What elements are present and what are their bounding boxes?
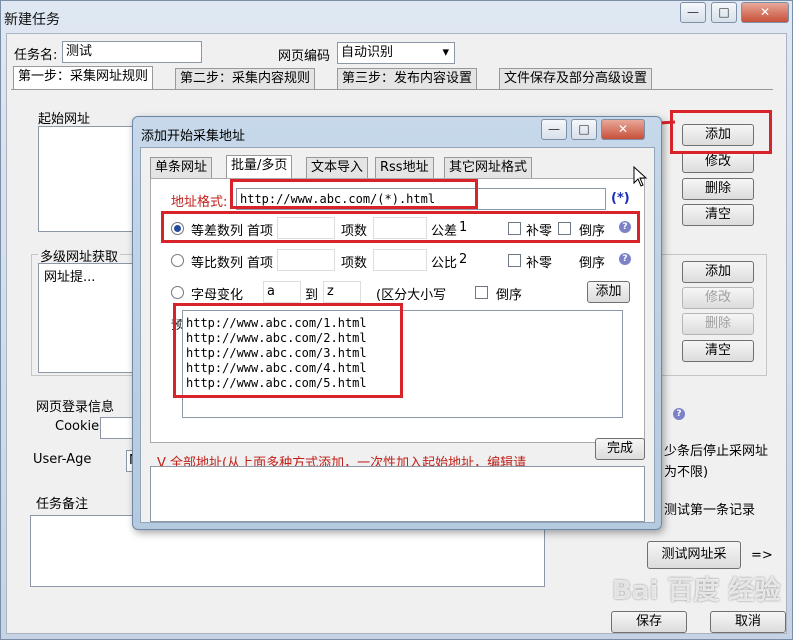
encoding-select[interactable]: 自动识别 ▾ xyxy=(337,42,455,64)
tab-single-url[interactable]: 单条网址 xyxy=(150,157,213,178)
save-button[interactable]: 保存 xyxy=(611,611,687,633)
start-url-clear-button[interactable]: 清空 xyxy=(682,204,754,226)
cursor-icon xyxy=(633,166,648,187)
letter-to-input[interactable]: z xyxy=(323,281,361,303)
reverse-label: 倒序 xyxy=(496,288,523,303)
geometric-radio[interactable] xyxy=(171,254,184,267)
multi-url-clear-button[interactable]: 清空 xyxy=(682,340,754,362)
letter-label: 字母变化 xyxy=(191,288,244,303)
multi-url-delete-button[interactable]: 删除 xyxy=(682,313,754,335)
add-url-dialog: 添加开始采集地址 — □ ✕ 单条网址 批量/多页 文本导入 Rss地址 其它网… xyxy=(132,116,662,530)
tab-batch[interactable]: 批量/多页 xyxy=(226,155,293,178)
letter-add-button[interactable]: 添加 xyxy=(587,281,630,303)
cancel-button[interactable]: 取消 xyxy=(710,611,786,633)
to-label: 到 xyxy=(305,288,319,303)
dialog-minimize-icon[interactable]: — xyxy=(541,119,567,140)
user-agent-label: User-Age xyxy=(33,452,92,467)
encoding-label: 网页编码 xyxy=(278,49,331,64)
annotation-box-arithmetic xyxy=(161,211,640,243)
cookie-label: Cookie xyxy=(55,419,100,434)
list-item[interactable]: 网址提... xyxy=(44,266,95,285)
letter-from-input[interactable]: a xyxy=(263,281,301,303)
count-label: 项数 xyxy=(341,256,368,271)
first-term-label: 首项 xyxy=(247,256,274,271)
multi-url-add-button[interactable]: 添加 xyxy=(682,261,754,283)
login-label: 网页登录信息 xyxy=(36,400,115,415)
arrow-text: => xyxy=(751,548,773,563)
tab-step1[interactable]: 第一步：采集网址规则 xyxy=(13,66,154,89)
start-url-list[interactable] xyxy=(38,126,138,232)
annotation-box-add xyxy=(670,110,772,154)
unlimited-text: 为不限) xyxy=(664,465,709,480)
tab-other-format[interactable]: 其它网址格式 xyxy=(444,157,533,178)
pad-zero-checkbox[interactable] xyxy=(508,254,521,267)
ratio-value[interactable]: 2 xyxy=(459,252,467,267)
wildcard-link[interactable]: (*) xyxy=(611,191,630,206)
tab-rss[interactable]: Rss地址 xyxy=(375,157,434,178)
chevron-down-icon: ▾ xyxy=(442,45,449,60)
multi-url-edit-button[interactable]: 修改 xyxy=(682,287,754,309)
dialog-close-icon[interactable]: ✕ xyxy=(601,119,645,140)
test-first-text: 测试第一条记录 xyxy=(664,503,756,518)
first-term-input[interactable] xyxy=(277,249,335,271)
watermark-logo: Bai 百度 经验 xyxy=(612,576,781,606)
restore-icon[interactable]: □ xyxy=(711,2,737,23)
annotation-box-preview xyxy=(173,303,403,398)
annotation-box-format xyxy=(230,179,478,209)
minimize-icon[interactable]: — xyxy=(680,2,706,23)
help-icon[interactable]: ? xyxy=(673,408,685,420)
reverse-checkbox[interactable] xyxy=(475,286,488,299)
tab-text-import[interactable]: 文本导入 xyxy=(306,157,369,178)
window-title: 新建任务 xyxy=(4,12,60,28)
stop-count-text: 少条后停止采网址 xyxy=(664,444,769,459)
done-button[interactable]: 完成 xyxy=(595,438,645,460)
all-urls-list[interactable] xyxy=(150,466,645,522)
tab-step2[interactable]: 第二步：采集内容规则 xyxy=(175,68,316,89)
dialog-title: 添加开始采集地址 xyxy=(141,129,246,144)
start-url-label: 起始网址 xyxy=(38,112,91,127)
letter-radio[interactable] xyxy=(171,286,184,299)
case-label: (区分大小写 xyxy=(376,288,447,303)
ratio-label: 公比 xyxy=(431,256,458,271)
task-name-label: 任务名: xyxy=(14,48,58,63)
task-name-input[interactable]: 测试 xyxy=(62,41,202,63)
count-input[interactable] xyxy=(373,249,427,271)
tab-advanced[interactable]: 文件保存及部分高级设置 xyxy=(499,68,653,89)
tab-step3[interactable]: 第三步：发布内容设置 xyxy=(337,68,478,89)
pad-zero-label: 补零 xyxy=(526,256,553,271)
geometric-label: 等比数列 xyxy=(191,256,244,271)
close-icon[interactable]: ✕ xyxy=(741,2,789,23)
test-url-button[interactable]: 测试网址采 xyxy=(647,541,741,569)
dialog-restore-icon[interactable]: □ xyxy=(571,119,597,140)
format-label: 地址格式: xyxy=(171,195,228,210)
reverse-label: 倒序 xyxy=(579,256,606,271)
help-icon[interactable]: ? xyxy=(619,253,631,265)
start-url-delete-button[interactable]: 删除 xyxy=(682,178,754,200)
start-url-edit-button[interactable]: 修改 xyxy=(682,151,754,173)
note-label: 任务备注 xyxy=(36,497,89,512)
